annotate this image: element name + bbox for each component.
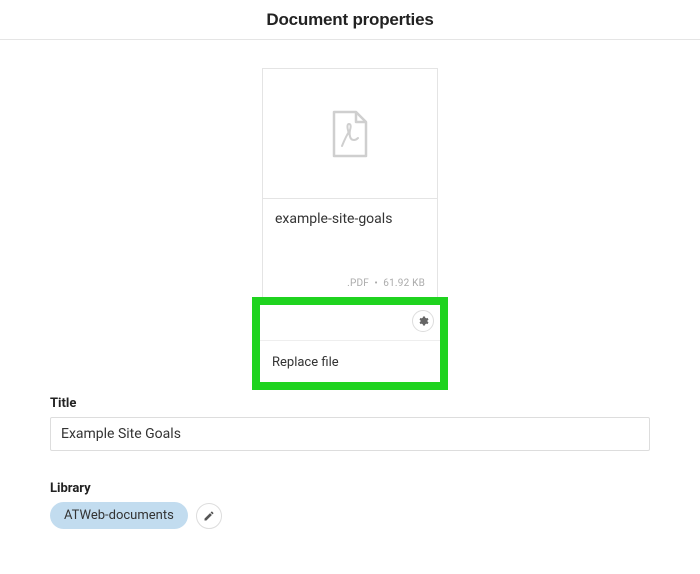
pencil-icon bbox=[203, 510, 215, 522]
highlighted-menu-box: Replace file bbox=[50, 297, 650, 390]
document-file-info: .PDF • 61.92 KB bbox=[347, 278, 425, 289]
form-section: Title Library ATWeb-documents bbox=[50, 396, 650, 529]
document-filesize: 61.92 KB bbox=[383, 278, 425, 289]
page-header: Document properties bbox=[0, 0, 700, 40]
title-label: Title bbox=[50, 396, 650, 411]
document-extension: .PDF bbox=[347, 278, 369, 289]
replace-file-label: Replace file bbox=[272, 355, 339, 370]
replace-file-row[interactable]: Replace file bbox=[260, 341, 440, 382]
content-area: example-site-goals .PDF • 61.92 KB bbox=[0, 40, 700, 529]
document-filename: example-site-goals bbox=[275, 211, 425, 227]
gear-icon bbox=[417, 315, 429, 327]
library-row: ATWeb-documents bbox=[50, 502, 650, 529]
document-preview-card: example-site-goals .PDF • 61.92 KB bbox=[262, 68, 438, 300]
preview-card-container: example-site-goals .PDF • 61.92 KB bbox=[50, 68, 650, 300]
title-input[interactable] bbox=[50, 417, 650, 451]
separator-dot: • bbox=[374, 278, 378, 289]
library-tag[interactable]: ATWeb-documents bbox=[50, 502, 188, 529]
edit-library-button[interactable] bbox=[196, 503, 222, 529]
file-pdf-icon bbox=[330, 110, 370, 158]
library-label: Library bbox=[50, 481, 650, 496]
dropdown-menu: Replace file bbox=[252, 297, 448, 390]
page-title: Document properties bbox=[266, 10, 433, 30]
gear-row bbox=[260, 305, 440, 341]
settings-button[interactable] bbox=[412, 310, 434, 332]
document-meta: example-site-goals .PDF • 61.92 KB bbox=[263, 199, 437, 299]
document-thumbnail bbox=[263, 69, 437, 199]
